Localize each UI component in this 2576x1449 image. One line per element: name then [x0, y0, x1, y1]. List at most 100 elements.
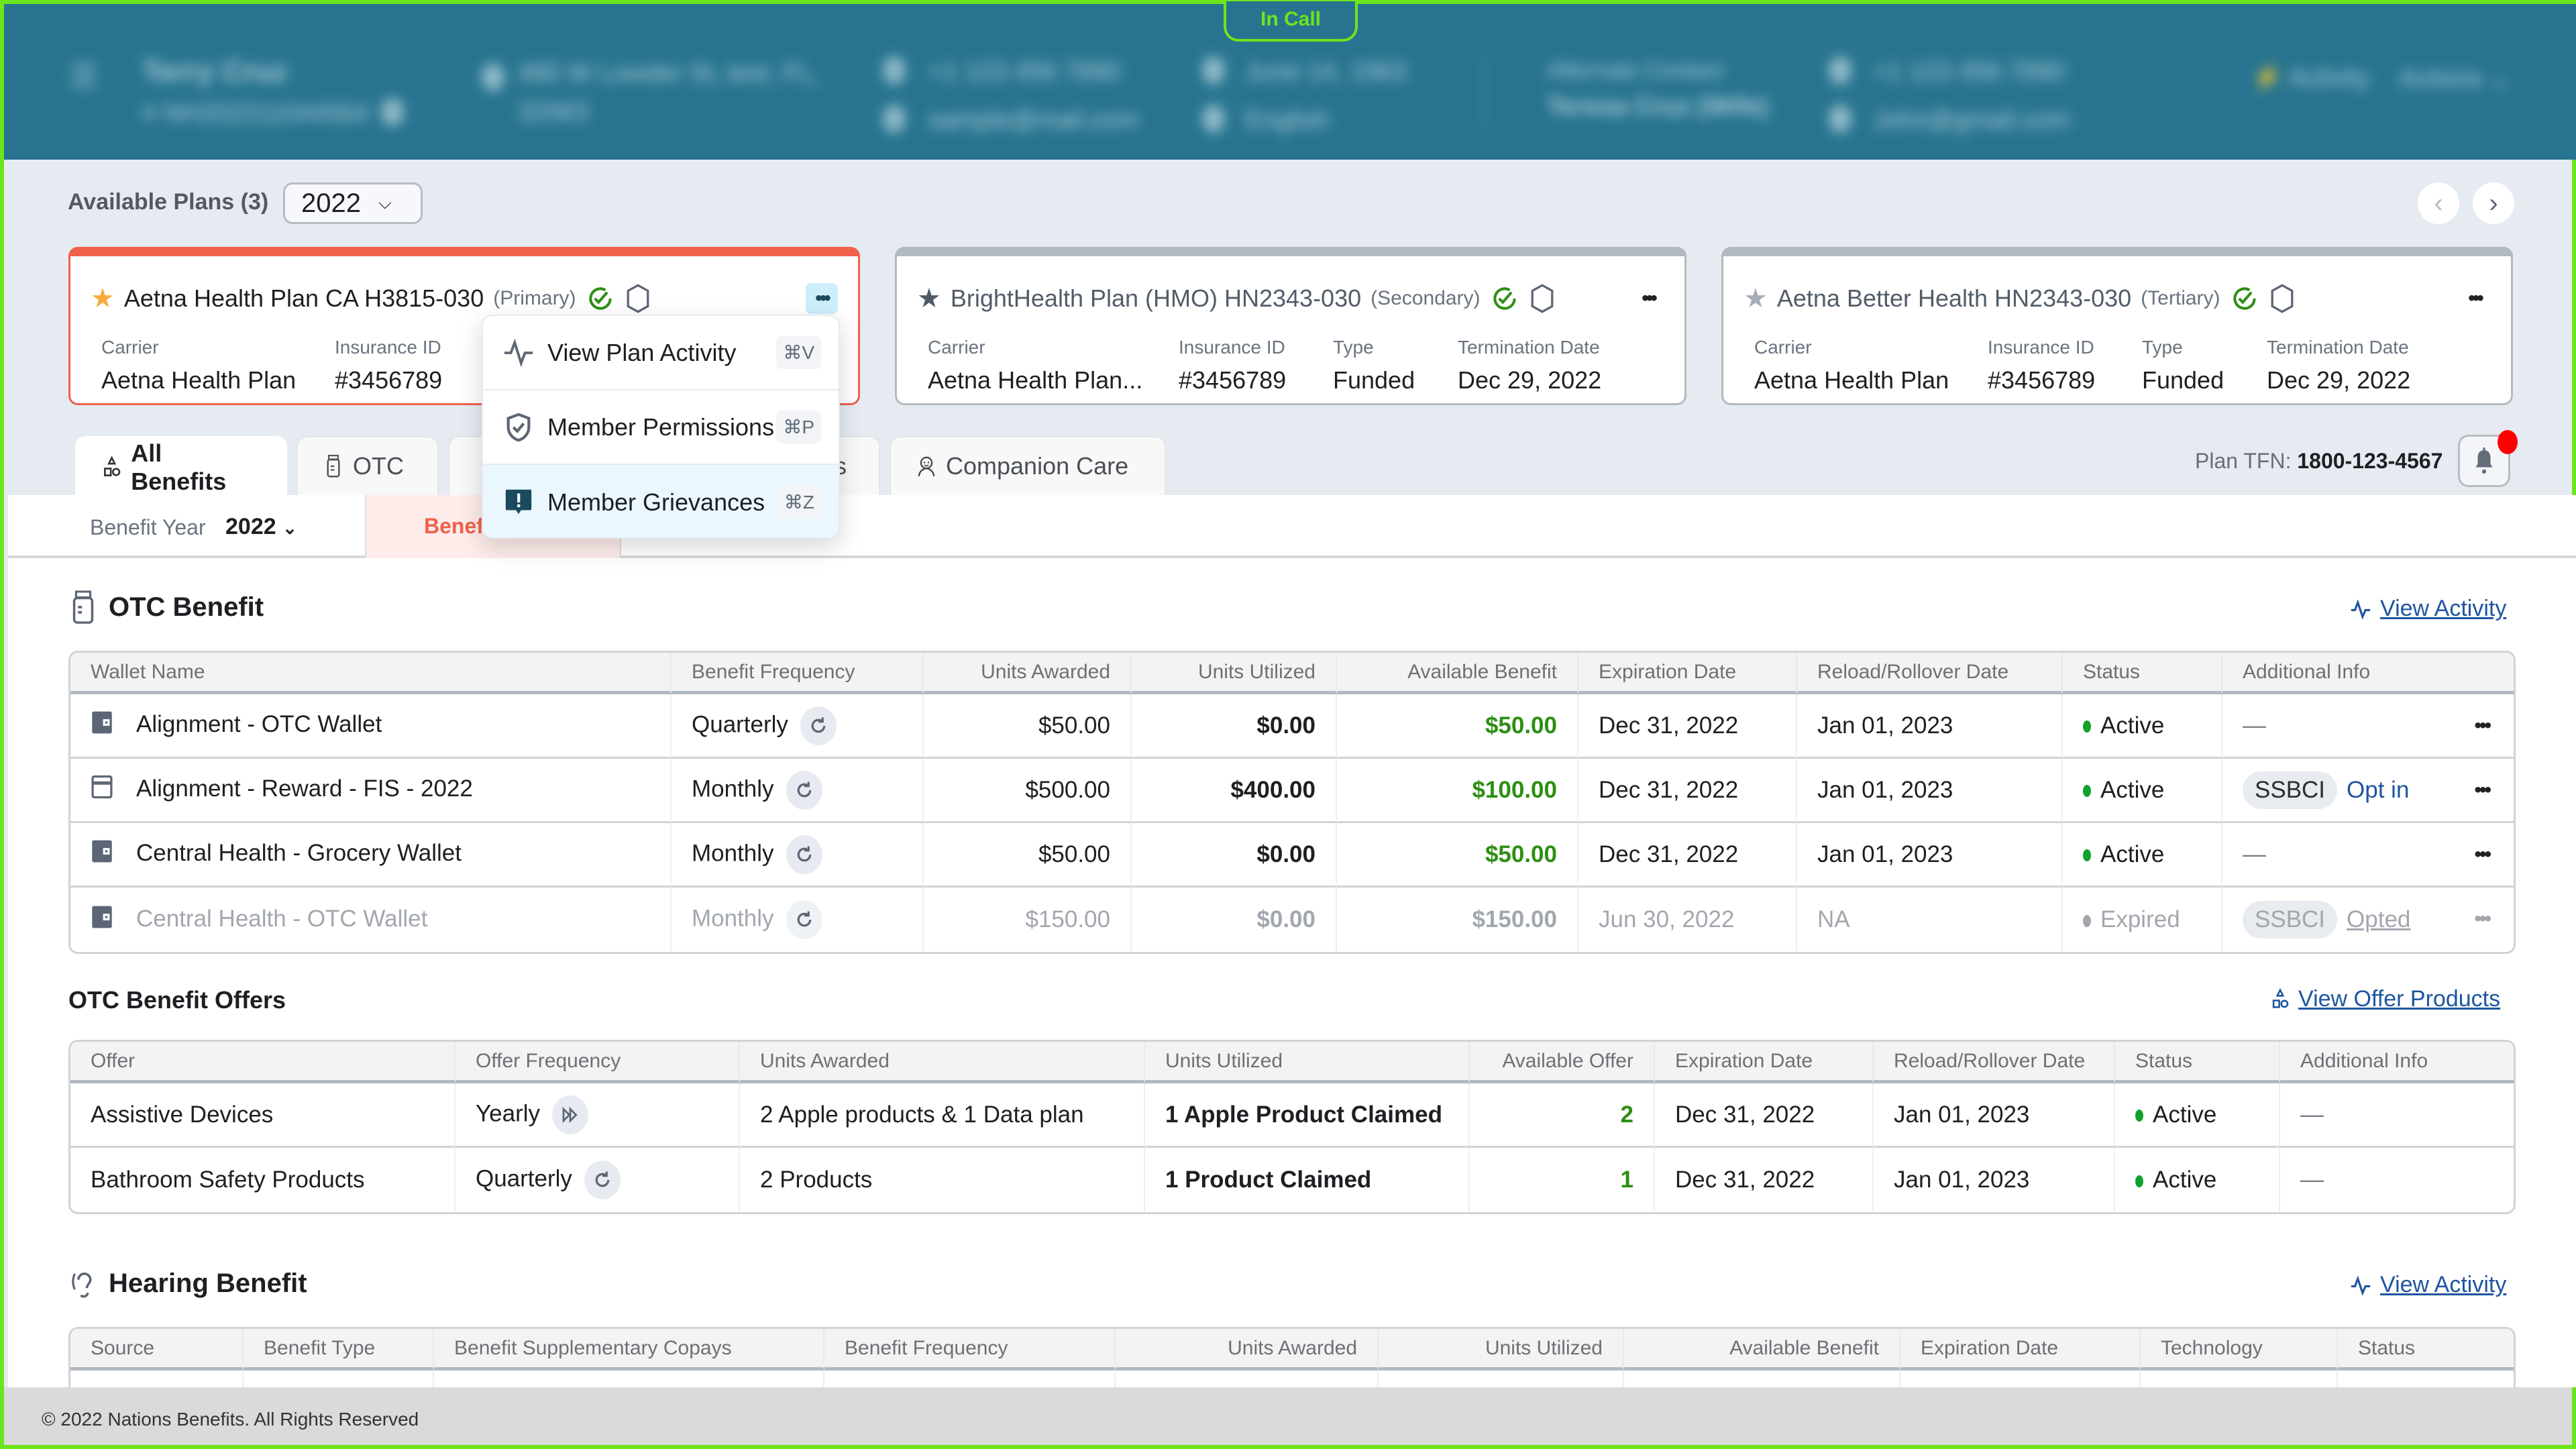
star-icon[interactable]: ★ [91, 283, 115, 314]
table-row[interactable]: Alignment - Reward - FIS - 2022 Monthly $5… [70, 759, 2514, 823]
menu-item-member-grievances[interactable]: Member Grievances ⌘Z [483, 465, 839, 537]
member-id: # NH202211044564 [142, 99, 369, 127]
frequency-text: Yearly [476, 1099, 540, 1126]
table-row[interactable]: Central Health - OTC Wallet Monthly $150.0… [70, 888, 2514, 952]
member-header: ☰ Terry Cruz # NH202211044564 480 W Lowd… [4, 1, 2576, 160]
column-header[interactable]: Available Benefit [1624, 1329, 1900, 1371]
star-icon[interactable]: ★ [917, 283, 941, 314]
wallet-icon [92, 840, 112, 863]
column-header[interactable]: Status [2115, 1042, 2280, 1083]
frequency-button[interactable] [584, 1161, 621, 1199]
column-header[interactable]: Units Utilized [1132, 653, 1337, 694]
column-header[interactable]: Offer Frequency [455, 1042, 740, 1083]
menu-item-member-permissions[interactable]: Member Permissions ⌘P [483, 390, 839, 465]
frequency-refresh-button[interactable] [800, 706, 837, 745]
column-header[interactable]: Units Awarded [924, 653, 1132, 694]
plan-year-select[interactable]: 2022 ⌵ [283, 182, 423, 224]
activity-button[interactable]: ⚡ Activity [2251, 63, 2369, 93]
row-more-button[interactable]: ••• [2474, 779, 2491, 802]
column-header[interactable]: Benefit Frequency [672, 653, 924, 694]
plan-more-button[interactable]: ••• [806, 283, 838, 314]
column-header[interactable]: Expiration Date [1578, 653, 1797, 694]
wallet-name: Alignment - OTC Wallet [136, 710, 382, 737]
previous-plan-button[interactable]: ‹ [2418, 182, 2459, 224]
table-row[interactable]: Central Health - Grocery Wallet Monthly $5… [70, 823, 2514, 888]
column-header[interactable]: Available Offer [1470, 1042, 1655, 1083]
menu-icon[interactable]: ☰ [70, 58, 97, 94]
ear-icon [72, 1272, 92, 1298]
frequency-refresh-button[interactable] [786, 770, 822, 810]
refresh-icon [797, 911, 811, 927]
otc-view-activity-link[interactable]: View Activity [2349, 596, 2506, 622]
column-header[interactable]: Reload/Rollover Date [1797, 653, 2063, 694]
opt-in-link[interactable]: Opt in [2347, 777, 2409, 803]
member-dob: June 14, 1963 [1245, 58, 1407, 86]
column-header[interactable]: Expiration Date [1900, 1329, 2141, 1371]
plan-card-secondary[interactable]: ★ BrightHealth Plan (HMO) HN2343-030 (Se… [895, 247, 1686, 405]
opt-in-link[interactable]: Opted [2347, 906, 2410, 932]
column-header[interactable]: Wallet Name [70, 653, 672, 694]
actions-button[interactable]: Actions ⌄ [2399, 63, 2511, 93]
column-header[interactable]: Available Benefit [1337, 653, 1578, 694]
view-offer-products-link[interactable]: View Offer Products [2270, 986, 2500, 1012]
column-header[interactable]: Units Awarded [740, 1042, 1145, 1083]
address-line1: 480 W Lowder St, test, FL, [518, 59, 820, 87]
empty-value: — [2243, 712, 2266, 739]
column-header[interactable]: Benefit Supplementary Copays [434, 1329, 824, 1371]
column-header[interactable]: Additional Info [2222, 653, 2514, 694]
plan-card-tertiary[interactable]: ★ Aetna Better Health HN2343-030 (Tertia… [1721, 247, 2513, 405]
column-header[interactable]: Units Utilized [1379, 1329, 1624, 1371]
additional-info: — [2280, 1083, 2514, 1148]
available-offer: 1 [1470, 1148, 1655, 1212]
column-header[interactable]: Additional Info [2280, 1042, 2514, 1083]
column-header[interactable]: Expiration Date [1655, 1042, 1874, 1083]
row-more-button[interactable]: ••• [2474, 714, 2491, 737]
verified-check-icon [2233, 287, 2256, 310]
column-header[interactable]: Benefit Frequency [824, 1329, 1116, 1371]
column-header[interactable]: Source [70, 1329, 244, 1371]
row-more-button[interactable]: ••• [2474, 908, 2491, 930]
card-icon [91, 775, 113, 799]
plan-name: Aetna Better Health HN2343-030 [1776, 284, 2132, 312]
frequency-refresh-button[interactable] [786, 900, 822, 939]
star-icon[interactable]: ★ [1743, 283, 1768, 314]
table-row[interactable]: Assistive Devices Yearly 2 Apple products … [70, 1083, 2514, 1148]
copy-icon[interactable] [381, 98, 404, 126]
plan-field-insurance-id: Insurance ID #3456789 [335, 337, 443, 394]
next-plan-button[interactable]: › [2473, 182, 2514, 224]
tab-all-benefits[interactable]: All Benefits [75, 436, 287, 498]
activity-icon [2351, 598, 2371, 620]
wallet-icon [92, 711, 112, 734]
column-header[interactable]: Status [2338, 1329, 2514, 1371]
menu-item-view-plan-activity[interactable]: View Plan Activity ⌘V [483, 316, 839, 390]
alt-phone-icon [1829, 56, 1851, 85]
wallet-name-cell: Alignment - OTC Wallet [70, 694, 672, 759]
benefit-year-select[interactable]: 2022 ⌄ [225, 514, 297, 540]
plan-field-carrier: Carrier Aetna Health Plan [1754, 337, 1949, 394]
tab-otc[interactable]: OTC [297, 436, 439, 495]
frequency-button[interactable] [552, 1095, 588, 1134]
wallet-name: Alignment - Reward - FIS - 2022 [136, 775, 473, 802]
menu-item-label: View Plan Activity [547, 338, 737, 366]
column-header[interactable]: Status [2063, 653, 2222, 694]
plan-more-button[interactable]: ••• [1632, 283, 1664, 314]
frequency-refresh-button[interactable] [786, 835, 822, 874]
plan-more-button[interactable]: ••• [2459, 283, 2491, 314]
plan-field-carrier: Carrier Aetna Health Plan... [928, 337, 1143, 394]
notifications-button[interactable] [2458, 430, 2518, 487]
hearing-view-activity-link[interactable]: View Activity [2349, 1272, 2506, 1298]
table-row[interactable]: Alignment - OTC Wallet Quarterly $50.00 $0.… [70, 694, 2514, 759]
column-header[interactable]: Benefit Type [244, 1329, 434, 1371]
additional-info-cell: SSBCI Opted ••• [2222, 888, 2514, 952]
column-header[interactable]: Offer [70, 1042, 455, 1083]
expiration-date: Dec 31, 2022 [1578, 823, 1797, 888]
ssbci-tag: SSBCI [2243, 771, 2338, 809]
column-header[interactable]: Technology [2141, 1329, 2338, 1371]
tab-companion-care[interactable]: Companion Care [890, 436, 1166, 495]
column-header[interactable]: Units Awarded [1116, 1329, 1379, 1371]
table-row[interactable]: Bathroom Safety Products Quarterly 2 Produ… [70, 1148, 2514, 1212]
phone-icon [883, 56, 906, 85]
column-header[interactable]: Units Utilized [1145, 1042, 1470, 1083]
column-header[interactable]: Reload/Rollover Date [1874, 1042, 2115, 1083]
row-more-button[interactable]: ••• [2474, 843, 2491, 866]
